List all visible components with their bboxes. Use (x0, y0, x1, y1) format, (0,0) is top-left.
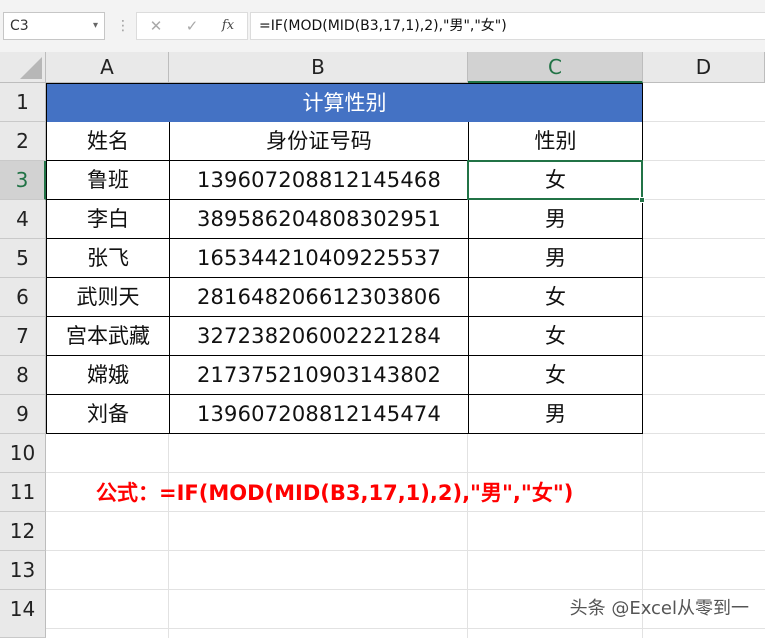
table-cell-name[interactable]: 鲁班 (46, 161, 169, 200)
row-header-10[interactable]: 10 (0, 434, 46, 473)
name-box[interactable]: C3 ▾ (3, 12, 105, 40)
row-header-12[interactable]: 12 (0, 512, 46, 551)
formula-input[interactable]: =IF(MOD(MID(B3,17,1),2),"男","女") (250, 12, 765, 40)
formula-buttons: ✕ ✓ fx (136, 12, 248, 40)
table-cell-id[interactable]: 281648206612303806 (169, 278, 468, 317)
table-cell-name[interactable]: 武则天 (46, 278, 169, 317)
table-cell-id[interactable]: 389586204808302951 (169, 200, 468, 239)
select-all-triangle-icon (20, 57, 42, 79)
select-all-button[interactable] (0, 52, 46, 83)
table-cell-gender[interactable]: 男 (468, 395, 643, 434)
table-cell-gender[interactable]: 女 (468, 278, 643, 317)
table-title-cell[interactable]: 计算性别 (46, 83, 643, 122)
watermark: 头条 @Excel从零到一 (569, 598, 749, 619)
formula-bar: C3 ▾ ⋮ ✕ ✓ fx =IF(MOD(MID(B3,17,1),2),"男… (0, 0, 765, 52)
table-cell-id[interactable]: 139607208812145474 (169, 395, 468, 434)
header-cell-id[interactable]: 身份证号码 (169, 122, 468, 161)
name-box-value: C3 (10, 18, 29, 34)
table-cell-id[interactable]: 327238206002221284 (169, 317, 468, 356)
row-header-6[interactable]: 6 (0, 278, 46, 317)
row-header-11[interactable]: 11 (0, 473, 46, 512)
table-cell-name[interactable]: 李白 (46, 200, 169, 239)
cancel-icon[interactable]: ✕ (141, 13, 171, 39)
row-header-9[interactable]: 9 (0, 395, 46, 434)
row-header-1[interactable]: 1 (0, 83, 46, 122)
table-cell-name[interactable]: 刘备 (46, 395, 169, 434)
row-header-14[interactable]: 14 (0, 590, 46, 638)
row-header-13[interactable]: 13 (0, 551, 46, 590)
table-cell-gender[interactable]: 女 (468, 161, 643, 200)
table-cell-gender[interactable]: 女 (468, 356, 643, 395)
table-cell-name[interactable]: 嫦娥 (46, 356, 169, 395)
column-header-c[interactable]: C (468, 52, 643, 83)
row-header-7[interactable]: 7 (0, 317, 46, 356)
header-cell-name[interactable]: 姓名 (46, 122, 169, 161)
row-header-3[interactable]: 3 (0, 161, 46, 200)
table-cell-gender[interactable]: 男 (468, 239, 643, 278)
vertical-dots-icon: ⋮ (116, 18, 130, 34)
column-header-b[interactable]: B (169, 52, 468, 83)
header-cell-gender[interactable]: 性别 (468, 122, 643, 161)
table-cell-id[interactable]: 165344210409225537 (169, 239, 468, 278)
table-cell-name[interactable]: 宫本武藏 (46, 317, 169, 356)
table-cell-gender[interactable]: 男 (468, 200, 643, 239)
column-header-d[interactable]: D (643, 52, 765, 83)
table-cell-id[interactable]: 217375210903143802 (169, 356, 468, 395)
row-header-4[interactable]: 4 (0, 200, 46, 239)
column-header-a[interactable]: A (46, 52, 169, 83)
formula-annotation: 公式：=IF(MOD(MID(B3,17,1),2),"男","女") (96, 481, 574, 505)
confirm-icon[interactable]: ✓ (177, 13, 207, 39)
fill-handle[interactable] (639, 197, 645, 203)
insert-function-icon[interactable]: fx (213, 13, 243, 39)
table-cell-name[interactable]: 张飞 (46, 239, 169, 278)
table-cell-id[interactable]: 139607208812145468 (169, 161, 468, 200)
row-header-2[interactable]: 2 (0, 122, 46, 161)
chevron-down-icon[interactable]: ▾ (93, 13, 98, 39)
table-cell-gender[interactable]: 女 (468, 317, 643, 356)
row-header-8[interactable]: 8 (0, 356, 46, 395)
row-header-5[interactable]: 5 (0, 239, 46, 278)
